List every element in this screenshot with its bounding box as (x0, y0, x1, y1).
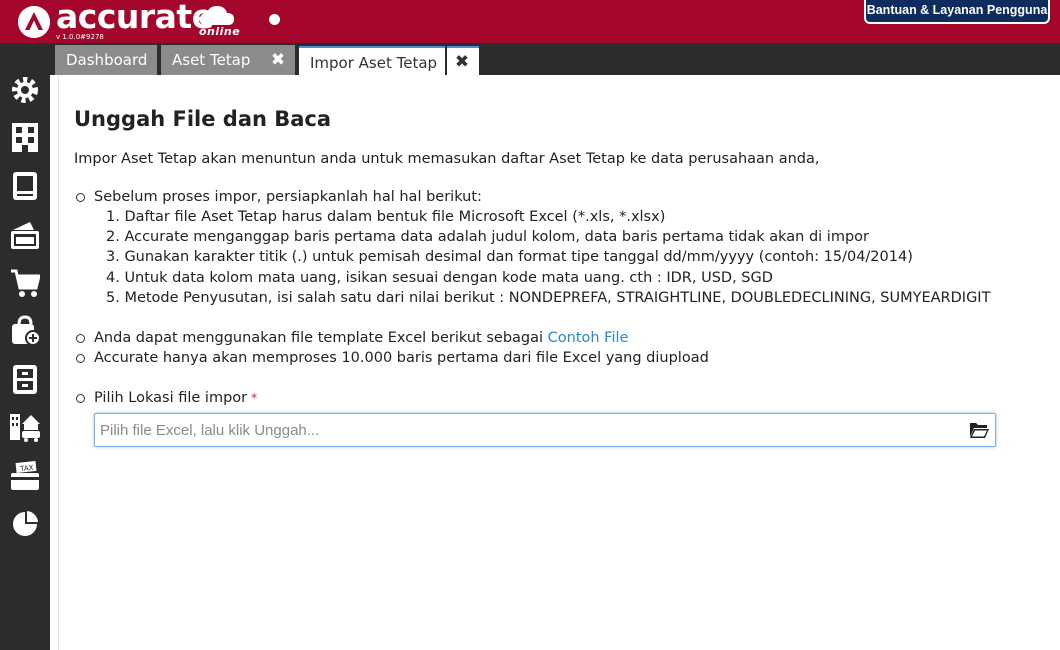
pie-chart-icon[interactable] (10, 509, 40, 539)
accurate-logo[interactable]: accurate online v 1.0.0#9278 (14, 0, 244, 41)
shopping-bag-add-icon[interactable] (10, 315, 40, 345)
steps-list: 1. Daftar file Aset Tetap harus dalam be… (94, 207, 1054, 308)
svg-text:TAX: TAX (19, 464, 34, 473)
sample-file-link[interactable]: Contoh File (548, 330, 629, 346)
tab-dashboard[interactable]: Dashboard (55, 45, 157, 75)
accurate-logo-mark-icon (18, 6, 50, 38)
property-vehicle-icon[interactable] (10, 412, 40, 442)
cabinet-icon[interactable] (10, 364, 40, 394)
tab-label: Impor Aset Tetap (310, 54, 438, 72)
tab-label: Aset Tetap (172, 51, 251, 69)
list-item: 4. Untuk data kolom mata uang, isikan se… (106, 269, 773, 286)
help-support-button[interactable]: Bantuan & Layanan Pengguna (864, 0, 1050, 24)
cloud-icon (199, 6, 234, 25)
list-item-file-location: Pilih Lokasi file impor * (74, 388, 1054, 408)
list-item: 1. Daftar file Aset Tetap harus dalam be… (106, 209, 666, 225)
building-icon[interactable] (10, 122, 40, 152)
main-content: Unggah File dan Baca Impor Aset Tetap ak… (58, 75, 1060, 650)
intro-text: Impor Aset Tetap akan menuntun anda untu… (74, 151, 820, 167)
file-picker[interactable] (94, 413, 996, 447)
tab-aset-tetap[interactable]: Aset Tetap ✖ (161, 45, 295, 75)
list-item-template: Anda dapat menggunakan file template Exc… (74, 328, 1054, 348)
list-item: 5. Metode Penyusutan, isi salah satu dar… (106, 289, 991, 306)
tab-close-impor-aset-tetap[interactable]: ✖ (447, 46, 479, 75)
close-icon[interactable]: ✖ (447, 47, 477, 77)
template-text: Anda dapat menggunakan file template Exc… (94, 330, 544, 347)
list-item: 3. Gunakan karakter titik (.) untuk pemi… (106, 249, 913, 266)
required-mark: * (251, 391, 258, 406)
file-location-label: Pilih Lokasi file impor (94, 390, 248, 407)
status-dot-icon (269, 14, 280, 25)
instruction-list: Sebelum proses impor, persiapkanlah hal … (74, 187, 1054, 408)
logo-subtext: online (199, 25, 241, 38)
top-header: accurate online v 1.0.0#9278 Bantuan & L… (0, 0, 1060, 43)
tab-label: Dashboard (66, 51, 148, 69)
list-item-limit: Accurate hanya akan memproses 10.000 bar… (74, 348, 1054, 368)
file-path-input[interactable] (95, 414, 955, 446)
tax-icon[interactable]: TAX (10, 461, 40, 491)
prepare-heading: Sebelum proses impor, persiapkanlah hal … (94, 189, 482, 205)
close-icon[interactable]: ✖ (263, 45, 293, 75)
sidebar: TAX (0, 75, 50, 650)
list-item-prepare: Sebelum proses impor, persiapkanlah hal … (74, 187, 1054, 308)
wallet-icon[interactable] (10, 220, 40, 250)
folder-open-icon[interactable] (969, 421, 989, 439)
cart-icon[interactable] (10, 268, 40, 298)
tab-bar: Dashboard Aset Tetap ✖ Impor Aset Tetap … (0, 43, 1060, 75)
gear-icon[interactable] (10, 75, 40, 105)
limit-text: Accurate hanya akan memproses 10.000 bar… (94, 350, 709, 367)
book-icon[interactable] (10, 171, 40, 201)
tab-impor-aset-tetap[interactable]: Impor Aset Tetap (299, 46, 445, 75)
version-label: v 1.0.0#9278 (56, 33, 104, 41)
list-item: 2. Accurate menganggap baris pertama dat… (106, 229, 869, 246)
page-title: Unggah File dan Baca (74, 107, 332, 131)
logo-text: accurate (56, 0, 214, 36)
